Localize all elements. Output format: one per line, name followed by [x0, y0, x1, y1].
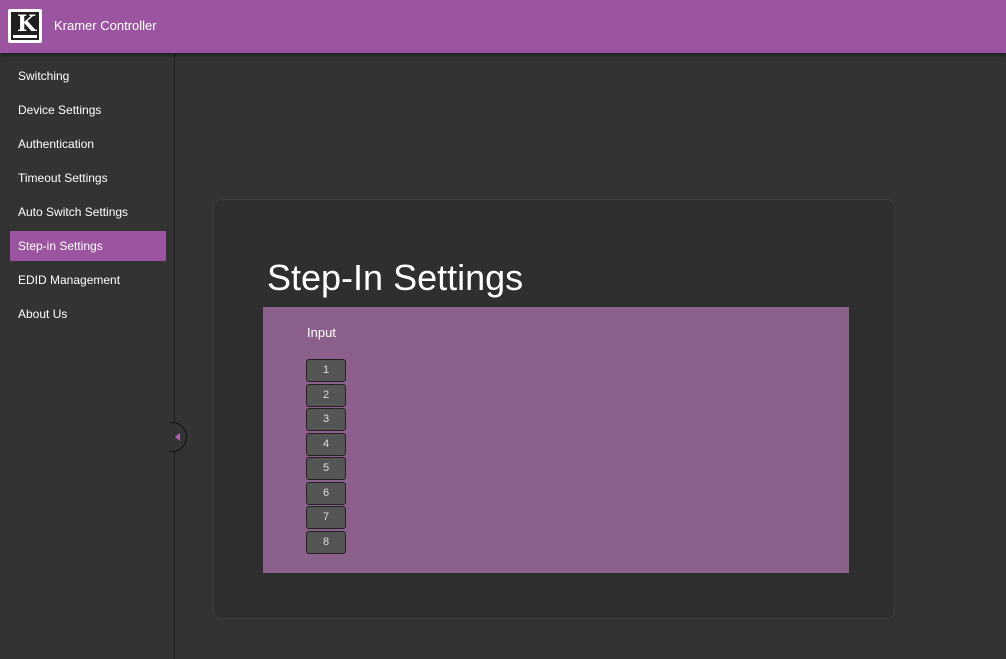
input-button-3[interactable]: 3: [306, 408, 346, 431]
input-label: Input: [307, 325, 336, 340]
app-title: Kramer Controller: [54, 18, 157, 33]
input-button-8[interactable]: 8: [306, 531, 346, 554]
app-window: K Kramer Controller Switching Device Set…: [0, 0, 1006, 659]
kramer-logo: K: [8, 9, 42, 43]
sidebar-item-step-in-settings[interactable]: Step-in Settings: [10, 231, 166, 261]
logo-mark: K: [11, 12, 39, 40]
header-bar: K Kramer Controller: [0, 0, 1006, 53]
input-button-5[interactable]: 5: [306, 457, 346, 480]
sidebar-item-device-settings[interactable]: Device Settings: [10, 95, 166, 125]
page-title: Step-In Settings: [267, 257, 524, 298]
input-button-2[interactable]: 2: [306, 384, 346, 407]
sidebar-item-switching[interactable]: Switching: [10, 61, 166, 91]
input-button-6[interactable]: 6: [306, 482, 346, 505]
input-button-1[interactable]: 1: [306, 359, 346, 382]
sidebar-item-timeout-settings[interactable]: Timeout Settings: [10, 163, 166, 193]
sidebar-item-auto-switch-settings[interactable]: Auto Switch Settings: [10, 197, 166, 227]
sidebar-item-edid-management[interactable]: EDID Management: [10, 265, 166, 295]
logo-glyph: K: [17, 11, 37, 37]
logo-wordmark: [13, 35, 37, 38]
collapse-left-icon: [175, 433, 180, 441]
sidebar-item-about-us[interactable]: About Us: [10, 299, 166, 329]
sidebar-item-authentication[interactable]: Authentication: [10, 129, 166, 159]
input-button-7[interactable]: 7: [306, 506, 346, 529]
input-panel: [263, 307, 849, 573]
input-button-4[interactable]: 4: [306, 433, 346, 456]
sidebar-nav: Switching Device Settings Authentication…: [0, 53, 175, 659]
